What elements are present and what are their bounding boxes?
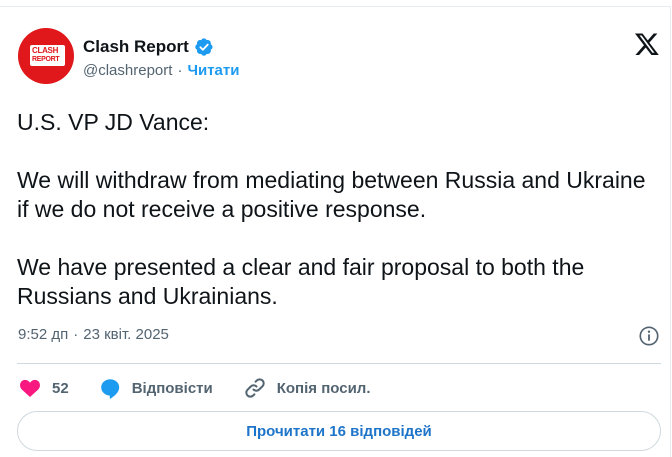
link-icon xyxy=(245,378,265,398)
reply-bubble-icon xyxy=(100,379,119,399)
like-count: 52 xyxy=(52,379,69,397)
action-bar: 52 Відповісти Копія посил. xyxy=(18,375,370,401)
tweet-date[interactable]: 23 квіт. 2025 xyxy=(83,326,169,343)
tweet-paragraph: U.S. VP JD Vance: xyxy=(17,109,210,135)
divider xyxy=(17,363,661,364)
author-name[interactable]: Clash Report xyxy=(83,37,189,57)
avatar-logo-line2: REPORT xyxy=(32,56,60,63)
avatar-logo: CLASH REPORT xyxy=(30,45,65,66)
info-icon[interactable] xyxy=(638,325,660,347)
tweet-timestamp[interactable]: 9:52 дп · 23 квіт. 2025 xyxy=(18,326,169,343)
reply-button[interactable]: Відповісти xyxy=(98,376,213,400)
reply-label: Відповісти xyxy=(131,379,213,397)
heart-icon xyxy=(20,379,40,397)
author-name-row: Clash Report xyxy=(83,36,214,58)
tweet-card: CLASH REPORT Clash Report @clashreport ·… xyxy=(0,6,671,457)
read-replies-button[interactable]: Прочитати 16 відповідей xyxy=(17,411,661,451)
tweet-paragraph: We have presented a clear and fair propo… xyxy=(17,254,585,309)
tweet-paragraph: We will withdraw from mediating between … xyxy=(17,167,646,222)
author-handle[interactable]: @clashreport xyxy=(83,62,172,79)
separator-dot: · xyxy=(73,326,79,343)
tweet-time[interactable]: 9:52 дп xyxy=(18,326,68,343)
author-handle-row: @clashreport · Читати xyxy=(83,62,239,79)
like-button[interactable]: 52 xyxy=(18,376,69,400)
copy-link-label: Копія посил. xyxy=(276,379,371,397)
follow-link[interactable]: Читати xyxy=(187,62,239,79)
separator-dot: · xyxy=(177,62,183,79)
avatar[interactable]: CLASH REPORT xyxy=(18,28,74,84)
verified-badge-icon xyxy=(195,38,213,56)
x-logo-icon[interactable] xyxy=(634,31,660,57)
avatar-logo-line1: CLASH xyxy=(32,46,59,55)
copy-link-button[interactable]: Копія посил. xyxy=(243,376,371,400)
tweet-text: U.S. VP JD Vance: We will withdraw from … xyxy=(17,108,657,311)
